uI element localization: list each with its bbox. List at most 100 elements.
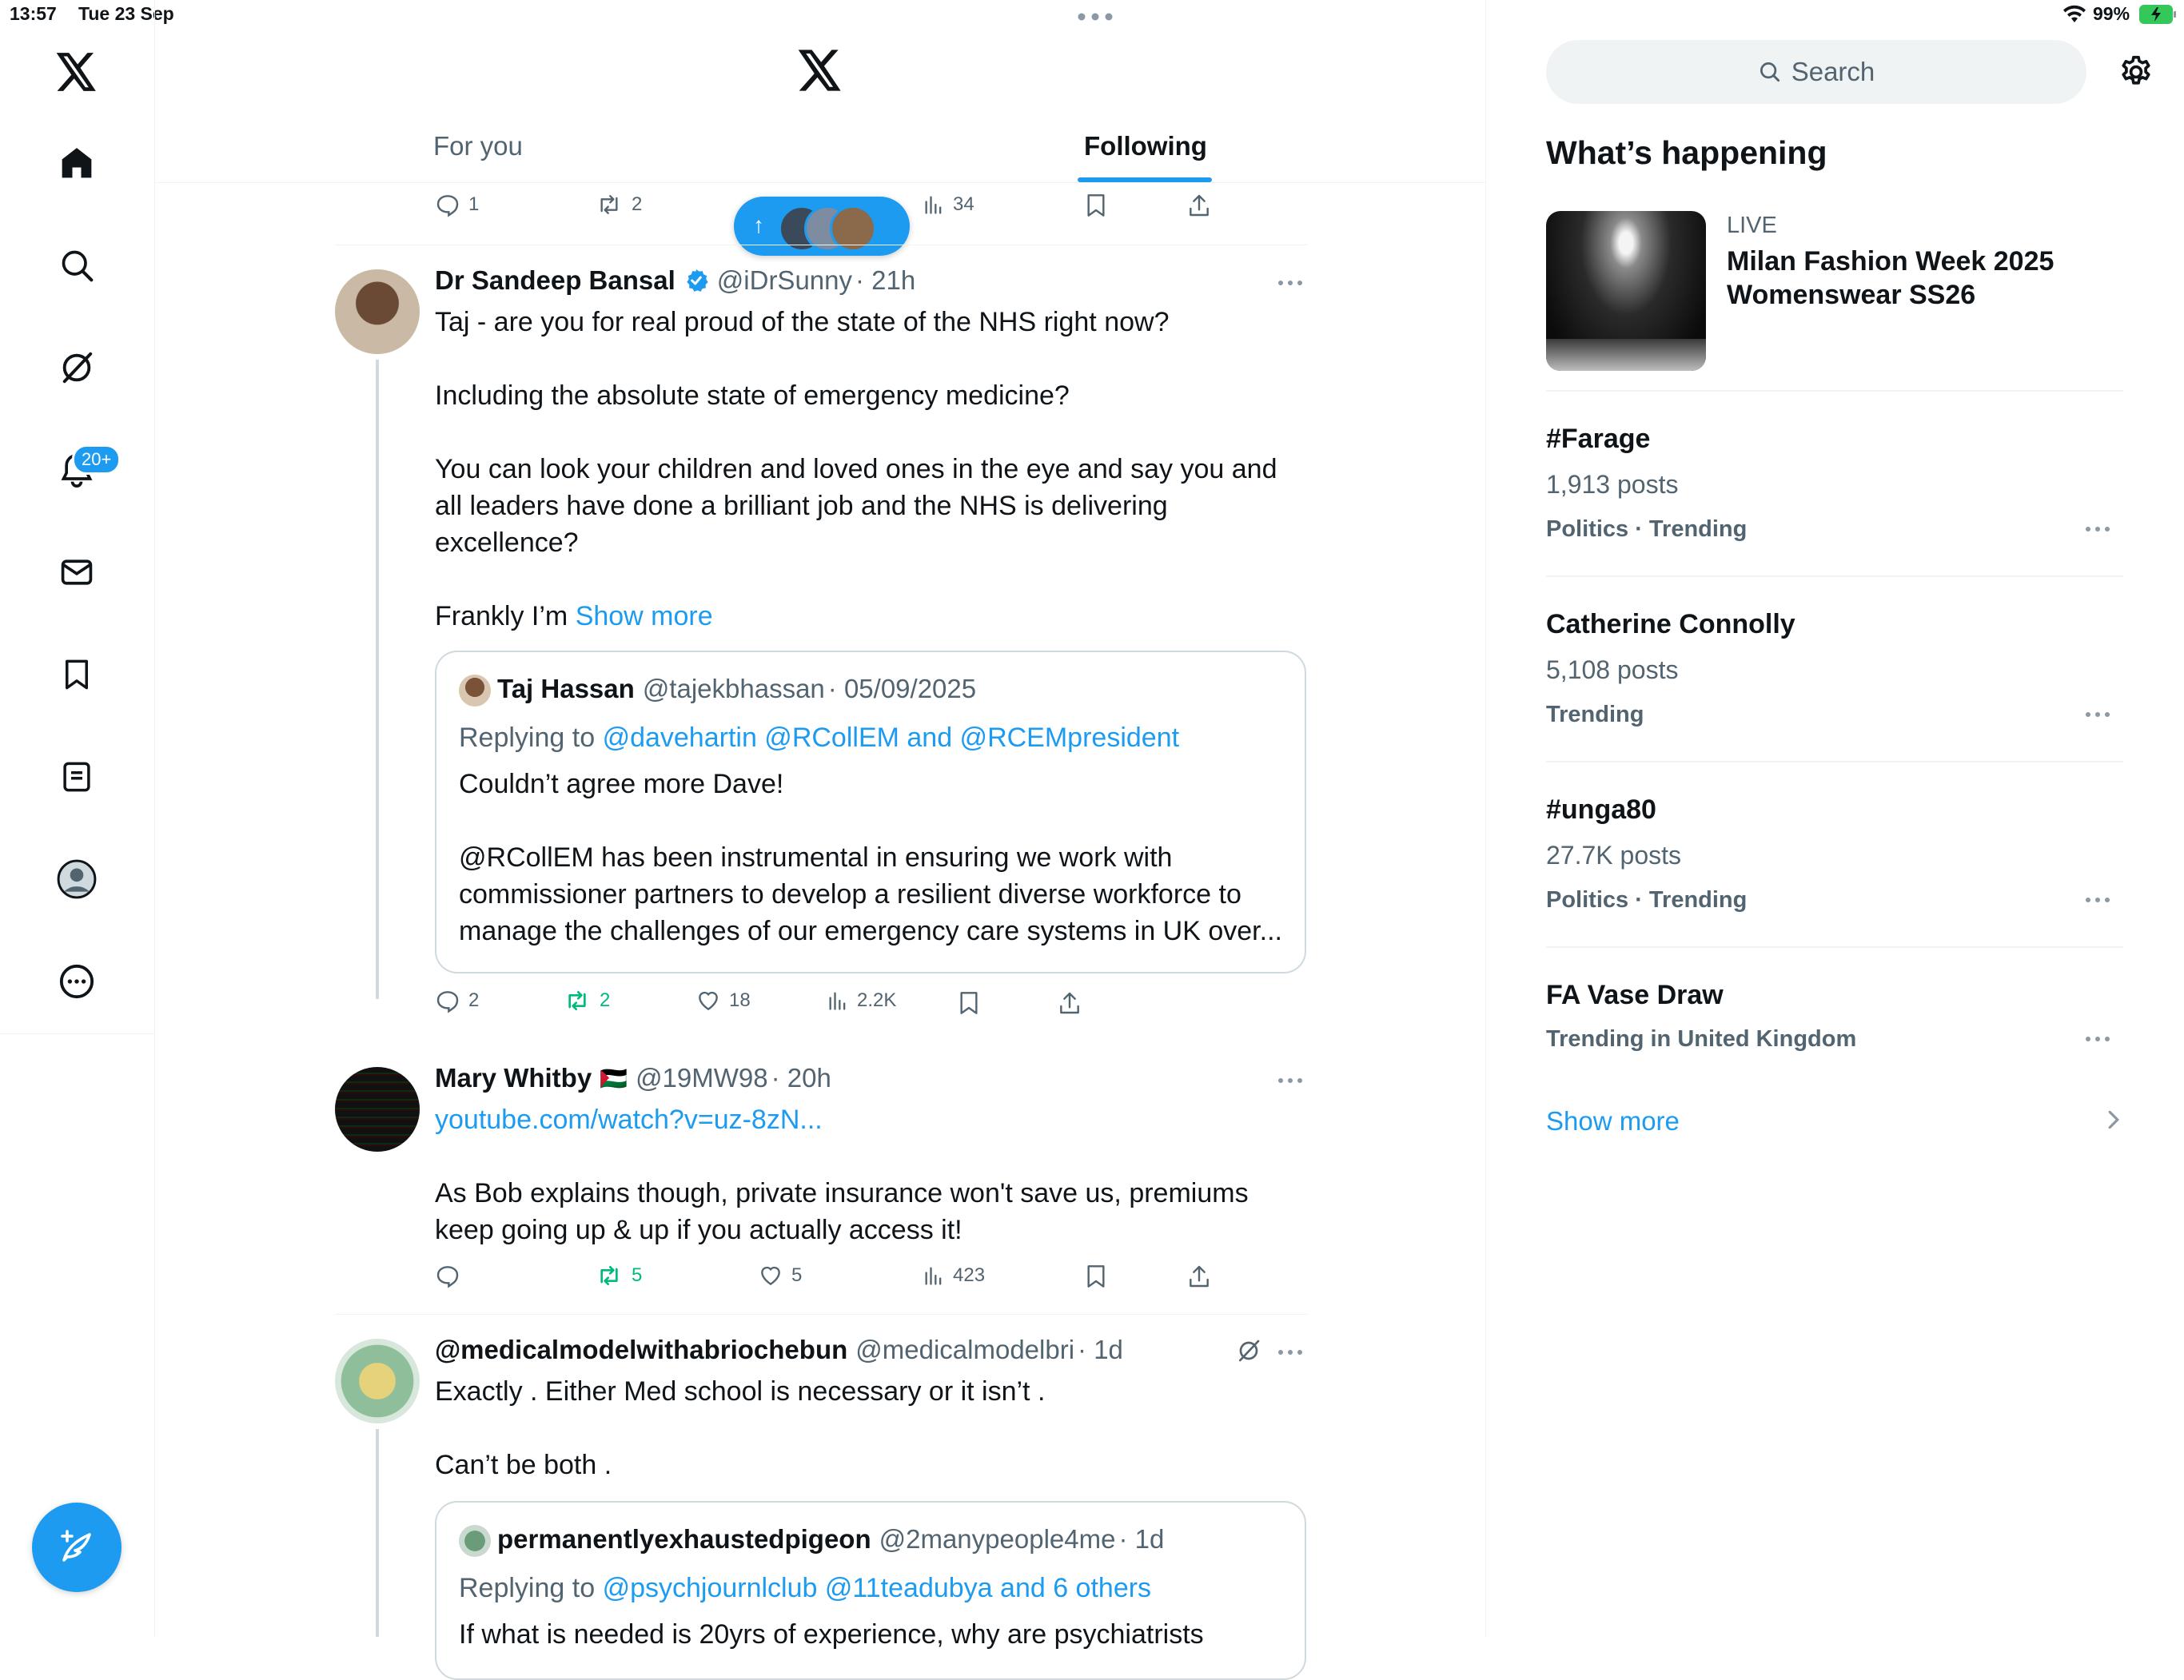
battery-icon: [2139, 5, 2178, 24]
repost-action[interactable]: 5: [595, 1263, 642, 1288]
live-event-title[interactable]: Milan Fashion Week 2025: [1727, 246, 2054, 277]
tweet-text-line: Frankly I’m Show more: [435, 598, 1298, 635]
search-icon[interactable]: [46, 235, 107, 296]
more-options-icon[interactable]: [46, 951, 107, 1012]
views-count: 34: [953, 193, 974, 215]
trend-posts: 1,913 posts: [1546, 470, 1679, 499]
replying-prefix: Replying to: [459, 1573, 596, 1603]
quote-author-name: permanentlyexhaustedpigeon: [497, 1524, 871, 1554]
profile-avatar-icon[interactable]: [46, 849, 107, 910]
search-placeholder: Search: [1791, 57, 1875, 86]
views-action[interactable]: 423: [923, 1263, 985, 1288]
tweet-time: · 21h: [855, 265, 916, 295]
lists-icon[interactable]: [46, 746, 107, 807]
more-dots-icon[interactable]: [1277, 1077, 1303, 1084]
bookmarks-icon[interactable]: [46, 644, 107, 705]
home-icon[interactable]: [46, 133, 107, 193]
quote-replying-to: Replying to @davehartin @RCollEM and @RC…: [459, 719, 1322, 756]
author-handle[interactable]: @19MW98: [636, 1063, 768, 1093]
views-action[interactable]: 2.2K: [827, 988, 896, 1013]
live-event-thumbnail[interactable]: [1546, 211, 1706, 371]
tab-for-you[interactable]: For you: [433, 131, 523, 161]
trend-title[interactable]: FA Vase Draw: [1546, 980, 1724, 1011]
live-event-title[interactable]: Womenswear SS26: [1727, 280, 1975, 311]
tweet-avatar[interactable]: [335, 1339, 420, 1423]
trend-more-icon[interactable]: [2085, 711, 2110, 718]
like-action[interactable]: 5: [758, 1263, 802, 1288]
repost-action[interactable]: 2: [595, 192, 642, 217]
tweet-text-line: Including the absolute state of emergenc…: [435, 380, 1070, 411]
tweet-text-line: excellence?: [435, 527, 579, 558]
bookmark-action-icon[interactable]: [1083, 1263, 1109, 1290]
reply-action[interactable]: 1: [435, 192, 479, 217]
thread-line: [376, 1429, 379, 1637]
feather-plus-icon: [61, 1530, 91, 1562]
trend-title[interactable]: #Farage: [1546, 424, 1650, 455]
author-handle[interactable]: @medicalmodelbri: [855, 1335, 1074, 1365]
bookmark-action-icon[interactable]: [1083, 192, 1109, 219]
nav-divider: [0, 1033, 154, 1034]
new-posts-pill[interactable]: ↑: [734, 197, 910, 256]
tweet-link[interactable]: youtube.com/watch?v=uz-8zN...: [435, 1101, 1298, 1138]
reply-action[interactable]: [435, 1263, 468, 1288]
trend-category: Politics · Trending: [1546, 887, 1748, 913]
trend-title[interactable]: Catherine Connolly: [1546, 609, 1795, 640]
reply-action[interactable]: 2: [435, 988, 479, 1013]
show-more-link[interactable]: Show more: [576, 601, 713, 631]
more-dots-icon[interactable]: [1277, 280, 1303, 286]
trend-more-icon[interactable]: [2085, 1036, 2110, 1042]
tweet-text-line: keep going up & up if you actually acces…: [435, 1215, 962, 1245]
show-more-trends-link[interactable]: Show more: [1546, 1106, 1680, 1137]
more-dots-icon[interactable]: [1277, 1349, 1303, 1356]
share-action-icon[interactable]: [1186, 1263, 1212, 1290]
like-action[interactable]: 18: [695, 988, 751, 1013]
tab-following[interactable]: Following: [1084, 131, 1207, 161]
x-logo-icon[interactable]: [46, 42, 107, 102]
bookmark-action-icon[interactable]: [956, 989, 982, 1017]
author-name[interactable]: Dr Sandeep Bansal: [435, 265, 676, 296]
x-header-logo-icon[interactable]: [798, 50, 843, 91]
tweet-text-fragment: Frankly I’m: [435, 601, 568, 631]
quote-text-line: commissioner partners to develop a resil…: [459, 879, 1241, 910]
trend-more-icon[interactable]: [2085, 897, 2110, 903]
grok-icon[interactable]: [46, 337, 107, 398]
runway-floor: [1546, 339, 1706, 371]
quote-replying-to: Replying to @psychjournlclub @11teadubya…: [459, 1570, 1322, 1606]
views-action[interactable]: 34: [923, 192, 974, 217]
quote-header: permanentlyexhaustedpigeon @2manypeople4…: [497, 1524, 1164, 1555]
search-icon: [1760, 62, 1779, 82]
views-count: 423: [953, 1264, 986, 1286]
author-name[interactable]: Mary Whitby: [435, 1063, 592, 1093]
compose-post-button[interactable]: [32, 1503, 122, 1592]
left-nav: 20+: [0, 0, 155, 1637]
tweet-text-line: Can’t be both .: [435, 1450, 612, 1480]
share-action-icon[interactable]: [1186, 192, 1212, 219]
trend-divider: [1546, 575, 2123, 577]
trend-title[interactable]: #unga80: [1546, 794, 1656, 826]
tweet-text-line: As Bob explains though, private insuranc…: [435, 1178, 1249, 1208]
notifications-badge: 20+: [72, 444, 122, 475]
quote-time: · 1d: [1118, 1524, 1165, 1554]
reply-count: 1: [468, 193, 480, 215]
reply-icon: [436, 991, 459, 1013]
trend-divider: [1546, 761, 2123, 762]
settings-gear-icon[interactable]: [2118, 54, 2154, 90]
chevron-right-icon[interactable]: [2107, 1109, 2120, 1130]
replying-to-links[interactable]: @psychjournlclub @11teadubya and 6 other…: [603, 1573, 1152, 1603]
replying-to-links[interactable]: @davehartin @RCollEM and @RCEMpresident: [603, 723, 1180, 753]
messages-envelope-icon[interactable]: [46, 542, 107, 603]
reply-icon: [436, 1266, 459, 1288]
repost-action[interactable]: 2: [563, 988, 610, 1013]
author-name[interactable]: @medicalmodelwithabriochebun: [435, 1335, 847, 1365]
tweet-avatar[interactable]: [335, 269, 420, 354]
tweet-avatar[interactable]: [335, 1067, 420, 1152]
share-action-icon[interactable]: [1057, 989, 1082, 1017]
trend-more-icon[interactable]: [2085, 526, 2110, 532]
grok-explain-icon[interactable]: [1236, 1338, 1261, 1364]
author-handle[interactable]: @iDrSunny: [717, 265, 852, 296]
tabs-divider: [154, 182, 1485, 183]
arrow-up-icon: ↑: [753, 213, 764, 237]
trend-category: Politics · Trending: [1546, 516, 1748, 542]
quote-header: Taj Hassan @tajekbhassan · 05/09/2025: [497, 674, 976, 704]
search-bar[interactable]: Search: [1546, 40, 2086, 104]
